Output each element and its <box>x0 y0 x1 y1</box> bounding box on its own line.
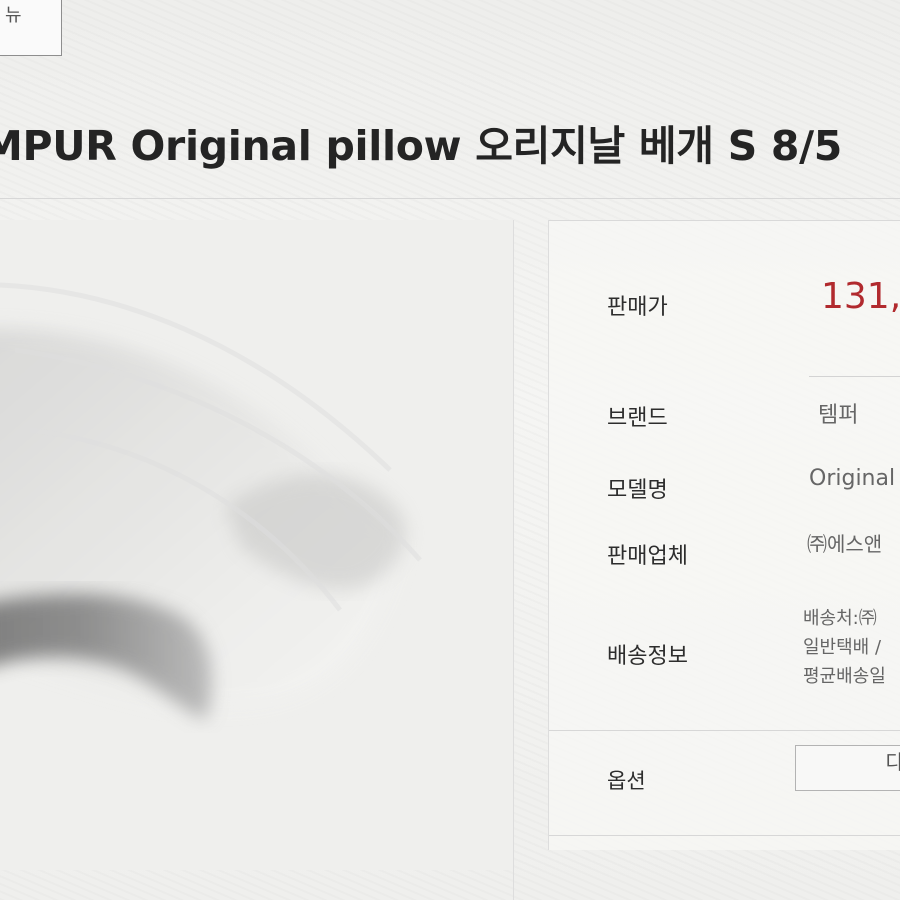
brand-value: 템퍼 <box>818 403 859 428</box>
model-value: Original p <box>809 466 900 491</box>
price-section: 판매가 131, <box>549 220 900 377</box>
shipping-line-2: 일반택배 / <box>803 637 882 658</box>
option-label: 옵션 <box>607 769 646 793</box>
price-divider <box>809 376 900 377</box>
bottom-divider <box>513 870 514 900</box>
price-label: 판매가 <box>607 295 668 320</box>
product-detail-screen: 뉴 MPUR Original pillow 오리지날 베개 S 8/5 판매가… <box>0 0 900 900</box>
brand-label: 브랜드 <box>607 406 668 431</box>
seller-value: ㈜에스앤 <box>807 532 883 556</box>
shipping-row: 배송정보 배송처:㈜ 일반택배 / 평균배송일 <box>549 608 900 704</box>
option-section: 옵션 다 <box>549 730 900 836</box>
price-value: 131, <box>821 279 900 315</box>
shipping-line-1: 배송처:㈜ <box>803 608 877 629</box>
menu-tab[interactable]: 뉴 <box>0 0 62 56</box>
model-label: 모델명 <box>607 478 668 503</box>
shipping-label: 배송정보 <box>607 644 688 669</box>
shipping-line-3: 평균배송일 <box>803 666 886 687</box>
option-select[interactable]: 다 <box>795 745 900 791</box>
pillow-image <box>0 220 513 870</box>
product-info-panel: 판매가 131, 브랜드 템퍼 모델명 Original p 판매업체 ㈜에스앤… <box>548 220 900 850</box>
model-row: 모델명 Original p <box>549 466 900 522</box>
title-divider <box>0 198 900 199</box>
product-image-panel <box>0 220 514 870</box>
seller-row: 판매업체 ㈜에스앤 <box>549 532 900 588</box>
brand-row: 브랜드 템퍼 <box>549 400 900 450</box>
menu-tab-label: 뉴 <box>5 5 22 26</box>
shipping-info-text: 배송처:㈜ 일반택배 / 평균배송일 <box>803 604 900 691</box>
product-title: MPUR Original pillow 오리지날 베개 S 8/5 <box>0 122 843 170</box>
seller-label: 판매업체 <box>607 544 688 569</box>
